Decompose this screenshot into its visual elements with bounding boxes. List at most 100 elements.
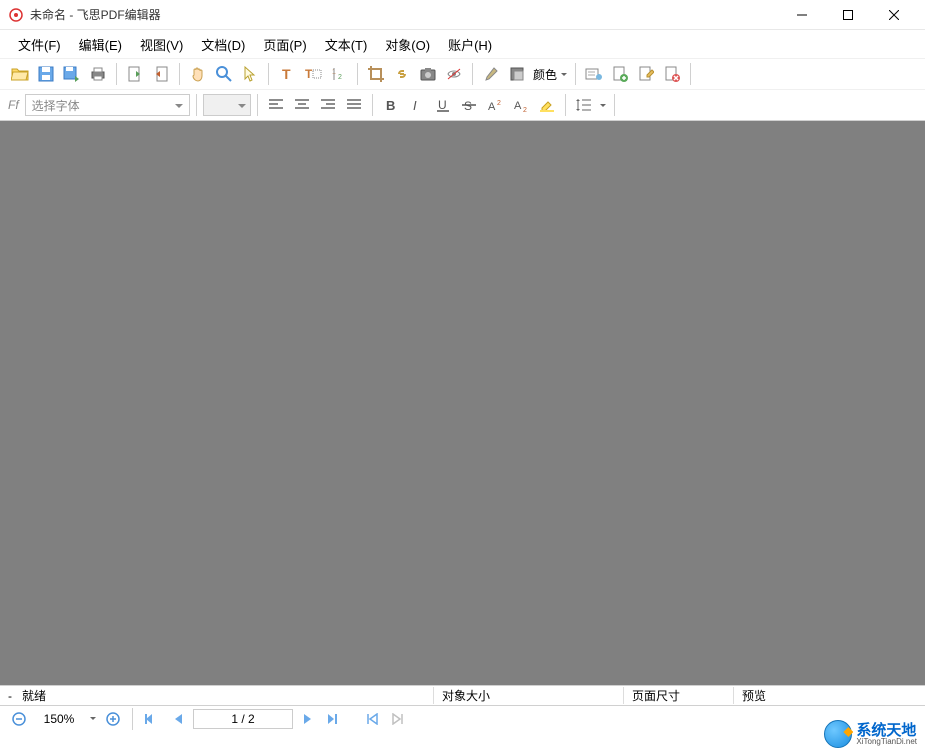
underline-icon[interactable]: U	[431, 93, 455, 117]
document-workspace[interactable]	[0, 120, 925, 685]
separator	[614, 94, 615, 116]
separator	[116, 63, 117, 85]
maximize-button[interactable]	[825, 0, 871, 30]
open-icon[interactable]	[8, 62, 32, 86]
next-page-button[interactable]	[297, 708, 319, 730]
close-button[interactable]	[871, 0, 917, 30]
format-toolbar: Ff 选择字体 B I U S A2 A2	[0, 89, 925, 120]
select-tool-icon[interactable]	[238, 62, 262, 86]
color-label: 颜色	[533, 66, 557, 83]
first-page-button[interactable]	[141, 708, 163, 730]
watermark-cn: 系统天地	[856, 723, 917, 738]
align-left-icon[interactable]	[264, 93, 288, 117]
watermark-en: XiTongTianDi.net	[856, 738, 917, 746]
text-box-icon[interactable]: T	[301, 62, 325, 86]
color-dropdown[interactable]	[559, 70, 569, 79]
page-insert-icon[interactable]	[149, 62, 173, 86]
zoom-dropdown[interactable]	[88, 714, 98, 723]
separator	[132, 708, 133, 730]
redact-icon[interactable]	[442, 62, 466, 86]
align-right-icon[interactable]	[316, 93, 340, 117]
status-page-size: 页面尺寸	[624, 687, 734, 704]
subscript-icon[interactable]: A2	[509, 93, 533, 117]
form-field-icon[interactable]	[582, 62, 606, 86]
status-ready: 就绪	[14, 687, 434, 704]
font-size-select[interactable]	[203, 94, 251, 116]
page-extract-icon[interactable]	[123, 62, 147, 86]
menu-page[interactable]: 页面(P)	[255, 31, 314, 58]
font-placeholder: 选择字体	[32, 97, 80, 114]
strikethrough-icon[interactable]: S	[457, 93, 481, 117]
svg-text:2: 2	[338, 74, 342, 81]
delete-page-icon[interactable]	[660, 62, 684, 86]
separator	[565, 94, 566, 116]
separator	[268, 63, 269, 85]
nav-forward-button[interactable]	[387, 708, 409, 730]
window-title: 未命名 - 飞思PDF编辑器	[30, 6, 161, 23]
menu-bar: 文件(F) 编辑(E) 视图(V) 文档(D) 页面(P) 文本(T) 对象(O…	[0, 30, 925, 58]
superscript-icon[interactable]: A2	[483, 93, 507, 117]
edit-page-icon[interactable]	[634, 62, 658, 86]
zoom-out-button[interactable]	[8, 708, 30, 730]
italic-icon[interactable]: I	[405, 93, 429, 117]
font-family-select[interactable]: 选择字体	[25, 94, 190, 116]
menu-text[interactable]: 文本(T)	[317, 31, 376, 58]
line-spacing-icon[interactable]: 12	[327, 62, 351, 86]
svg-text:A: A	[488, 101, 496, 112]
svg-text:2: 2	[497, 100, 501, 107]
separator	[472, 63, 473, 85]
prev-page-button[interactable]	[167, 708, 189, 730]
separator	[257, 94, 258, 116]
menu-object[interactable]: 对象(O)	[377, 31, 438, 58]
svg-text:A: A	[514, 100, 522, 112]
title-bar: 未命名 - 飞思PDF编辑器	[0, 0, 925, 30]
svg-text:U: U	[438, 98, 447, 112]
highlight-icon[interactable]	[535, 93, 559, 117]
navigation-bar: 150% 1 / 2	[0, 705, 925, 731]
svg-text:I: I	[413, 98, 417, 112]
svg-text:2: 2	[523, 107, 527, 112]
app-icon	[8, 7, 24, 23]
separator	[372, 94, 373, 116]
separator	[575, 63, 576, 85]
svg-text:T: T	[305, 67, 313, 81]
page-number-input[interactable]: 1 / 2	[193, 709, 293, 729]
menu-file[interactable]: 文件(F)	[10, 31, 69, 58]
line-spacing-tool-icon[interactable]	[572, 93, 596, 117]
hand-tool-icon[interactable]	[186, 62, 210, 86]
crop-icon[interactable]	[364, 62, 388, 86]
color-swatch-icon[interactable]	[505, 62, 529, 86]
menu-account[interactable]: 账户(H)	[440, 31, 500, 58]
status-object-size: 对象大小	[434, 687, 624, 704]
last-page-button[interactable]	[323, 708, 345, 730]
font-prefix: Ff	[8, 98, 19, 112]
status-bar: - 就绪 对象大小 页面尺寸 预览	[0, 685, 925, 705]
save-as-icon[interactable]	[60, 62, 84, 86]
nav-back-button[interactable]	[361, 708, 383, 730]
zoom-in-button[interactable]	[102, 708, 124, 730]
zoom-tool-icon[interactable]	[212, 62, 236, 86]
bold-icon[interactable]: B	[379, 93, 403, 117]
save-icon[interactable]	[34, 62, 58, 86]
print-icon[interactable]	[86, 62, 110, 86]
add-page-icon[interactable]	[608, 62, 632, 86]
link-icon[interactable]	[390, 62, 414, 86]
menu-document[interactable]: 文档(D)	[193, 31, 253, 58]
status-preview: 预览	[734, 687, 774, 704]
separator	[196, 94, 197, 116]
text-tool-icon[interactable]: T	[275, 62, 299, 86]
separator	[690, 63, 691, 85]
align-center-icon[interactable]	[290, 93, 314, 117]
minimize-button[interactable]	[779, 0, 825, 30]
svg-text:B: B	[386, 98, 395, 112]
menu-edit[interactable]: 编辑(E)	[71, 31, 130, 58]
zoom-value: 150%	[34, 712, 84, 726]
svg-text:T: T	[282, 66, 291, 82]
eyedropper-icon[interactable]	[479, 62, 503, 86]
window-controls	[779, 0, 917, 30]
menu-view[interactable]: 视图(V)	[132, 31, 191, 58]
snapshot-icon[interactable]	[416, 62, 440, 86]
align-justify-icon[interactable]	[342, 93, 366, 117]
spacing-dropdown[interactable]	[598, 101, 608, 110]
globe-icon	[824, 720, 852, 748]
